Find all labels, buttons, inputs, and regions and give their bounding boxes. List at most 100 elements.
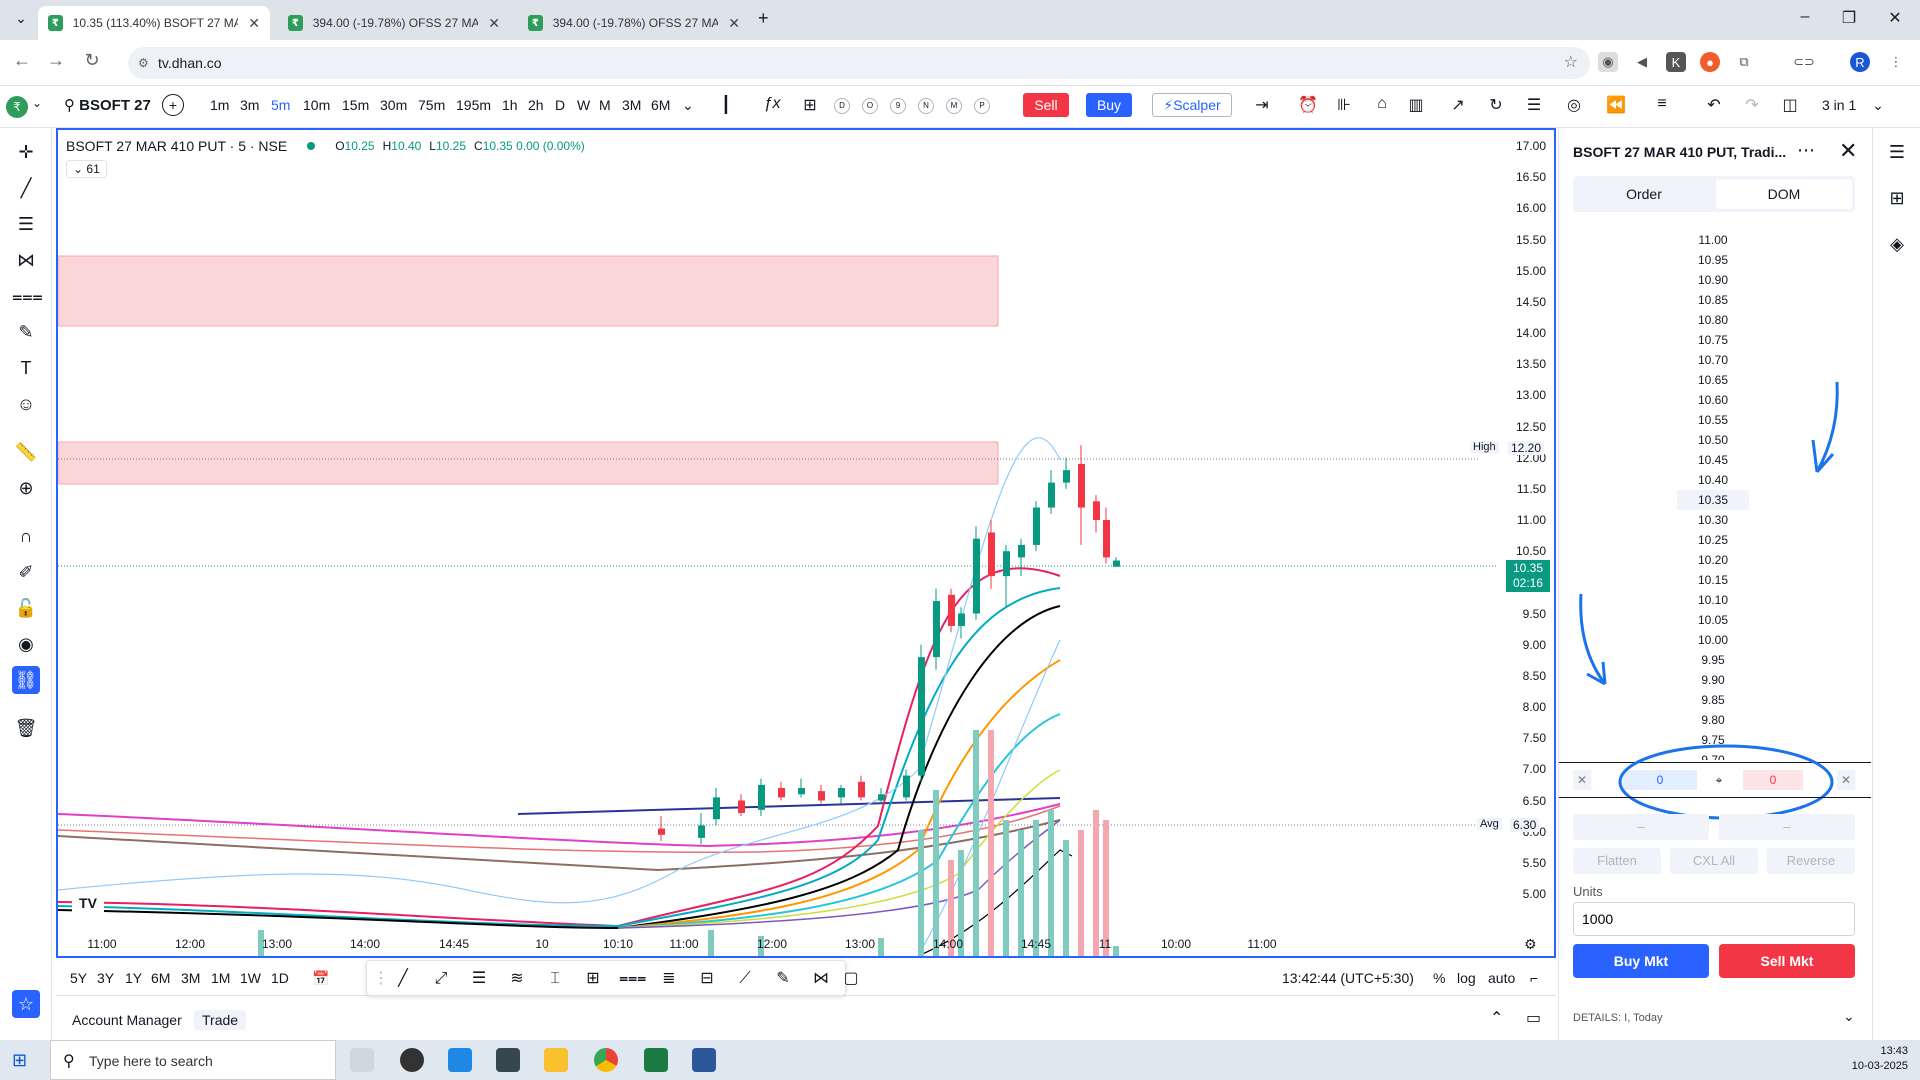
eye-icon[interactable]: ◉ [12,630,40,658]
lock-icon[interactable]: 🔓 [12,594,40,622]
favorites-star-icon[interactable]: ☆ [12,990,40,1018]
scalper-button[interactable]: ⚡Scalper [1152,93,1232,117]
dom-price-row[interactable]: 10.10 [1677,590,1749,610]
browser-tab-2[interactable]: ₹ 394.00 (-19.78%) OFSS 27 MAR ✕ [278,6,510,40]
scale-corner-icon[interactable]: ⌐ [1530,970,1538,986]
log-scale-toggle[interactable]: log [1457,970,1476,986]
cancel-sell-icon[interactable]: ✕ [1837,770,1855,790]
close-tab-icon[interactable]: ✕ [728,15,740,32]
profile-avatar[interactable]: R [1850,52,1870,72]
buy-limit-placeholder[interactable]: – [1573,814,1709,840]
percent-scale-toggle[interactable]: % [1433,970,1445,986]
taskbar-search[interactable]: ⚲ Type here to search [50,1040,336,1080]
tab-dom[interactable]: DOM [1716,179,1852,209]
drag-handle-icon[interactable]: ⋮ [369,967,393,991]
bar-chart-icon[interactable]: ▥ [1404,95,1428,115]
broadcast-icon[interactable]: ◎ [1562,95,1586,115]
dom-price-row[interactable]: 10.90 [1677,270,1749,290]
rewind-icon[interactable]: ⏪ [1604,95,1628,115]
more-options-icon[interactable]: ⋯ [1797,140,1815,161]
sell-limit-placeholder[interactable]: – [1719,814,1855,840]
dom-price-row[interactable]: 10.60 [1677,390,1749,410]
indicators-fx-icon[interactable]: ƒx [760,95,784,113]
timeframe-w[interactable]: W [577,97,590,113]
app-icon-excel[interactable] [644,1048,668,1072]
sell-mkt-button[interactable]: Sell Mkt [1719,944,1855,978]
timeframe-15m[interactable]: 15m [342,97,369,113]
supply-zone-upper[interactable] [58,255,999,327]
app-icon-obs[interactable] [400,1048,424,1072]
bookmark-star-icon[interactable]: ☆ [1564,47,1578,79]
price-chart[interactable] [58,130,1554,956]
range-6m[interactable]: 6M [151,970,170,986]
goto-date-icon[interactable]: 📅 [312,970,329,987]
url-field[interactable]: ⚙ tv.dhan.co ☆ [128,47,1590,79]
logo-chevron-down-icon[interactable]: ⌄ [32,96,42,110]
path-tool-icon[interactable]: ⟋ [733,967,757,991]
indicator-n-badge[interactable]: N [918,98,934,114]
tradingview-logo[interactable]: TV [72,890,104,916]
trash-icon[interactable]: 🗑 [12,714,40,742]
back-arrow-icon[interactable]: ← [10,50,34,71]
flatten-button[interactable]: Flatten [1573,848,1661,874]
buy-button[interactable]: Buy [1086,93,1132,117]
dom-price-row[interactable]: 10.50 [1677,430,1749,450]
timeframe-2h[interactable]: 2h [528,97,544,113]
layers-icon[interactable]: ◈ [1883,230,1911,258]
timeframe-3m[interactable]: 3m [240,97,259,113]
tab-trade[interactable]: Trade [194,1010,247,1030]
templates-grid-icon[interactable]: ⊞ [798,95,822,115]
dom-price-row[interactable]: 10.40 [1677,470,1749,490]
timeframe-d[interactable]: D [555,97,565,113]
add-list-icon[interactable]: ⊞ [1883,184,1911,212]
link-icon[interactable]: ⊂⊃ [1793,52,1815,72]
app-icon-chrome[interactable] [594,1048,618,1072]
abp-extension-icon[interactable]: ◉ [1598,52,1618,72]
app-icon-calculator[interactable] [448,1048,472,1072]
close-tab-icon[interactable]: ✕ [488,15,500,32]
timeframe-10m[interactable]: 10m [303,97,330,113]
gann-icon[interactable]: ⊟ [695,967,719,991]
forward-arrow-icon[interactable]: → [44,50,68,71]
indicator-m-badge[interactable]: M [946,98,962,114]
magnet-icon[interactable]: ∩ [12,522,40,550]
compare-add-icon[interactable]: + [162,94,184,116]
dom-price-row[interactable]: 10.00 [1677,630,1749,650]
timeframe-30m[interactable]: 30m [380,97,407,113]
cancel-buy-icon[interactable]: ✕ [1573,770,1591,790]
dom-price-row[interactable]: 10.80 [1677,310,1749,330]
dom-price-row[interactable]: 10.30 [1677,510,1749,530]
dom-price-row[interactable]: 10.85 [1677,290,1749,310]
basket-icon[interactable]: ⌂ [1370,95,1394,113]
pattern-tool-icon[interactable]: ⋈ [809,967,833,991]
line-tool-icon[interactable]: ╱ [391,967,415,991]
range-1d[interactable]: 1D [271,970,289,986]
browser-tab-3[interactable]: ₹ 394.00 (-19.78%) OFSS 27 MAR ✕ [518,6,750,40]
pencil-lock-icon[interactable]: ✐ [12,558,40,586]
ruler-icon[interactable]: 📏 [12,438,40,466]
chart-clock[interactable]: 13:42:44 (UTC+5:30) [1282,970,1414,986]
dom-price-row[interactable]: 9.90 [1677,670,1749,690]
exit-icon[interactable]: ⇥ [1250,95,1274,115]
redo-icon[interactable]: ↷ [1740,95,1764,115]
vertical-line-icon[interactable]: ⌶ [543,967,567,991]
range-3y[interactable]: 3Y [97,970,114,986]
window-close-icon[interactable]: ✕ [1872,8,1918,28]
indicator-d-badge[interactable]: D [834,98,850,114]
dom-price-row[interactable]: 10.15 [1677,570,1749,590]
sliders-icon[interactable]: ⊪ [1332,95,1356,115]
dom-price-row[interactable]: 10.45 [1677,450,1749,470]
indicator-p-badge[interactable]: P [974,98,990,114]
dom-price-row[interactable]: 10.65 [1677,370,1749,390]
new-tab-plus-icon[interactable]: + [758,8,769,29]
crosshair-icon[interactable]: ✛ [12,138,40,166]
indicator-o-badge[interactable]: O [862,98,878,114]
chart-panel[interactable]: BSOFT 27 MAR 410 PUT · 5 · NSE O10.25 H1… [56,128,1556,958]
app-icon-word[interactable] [692,1048,716,1072]
fib-icon[interactable]: ⩶ [12,282,43,310]
pitchfork-tool-icon[interactable]: ≋ [505,967,529,991]
candle-type-icon[interactable]: ┃ [714,95,738,115]
range-5y[interactable]: 5Y [70,970,87,986]
symbol-search[interactable]: ⚲ BSOFT 27 [64,96,151,114]
trend-line-icon[interactable]: ╱ [12,174,40,202]
